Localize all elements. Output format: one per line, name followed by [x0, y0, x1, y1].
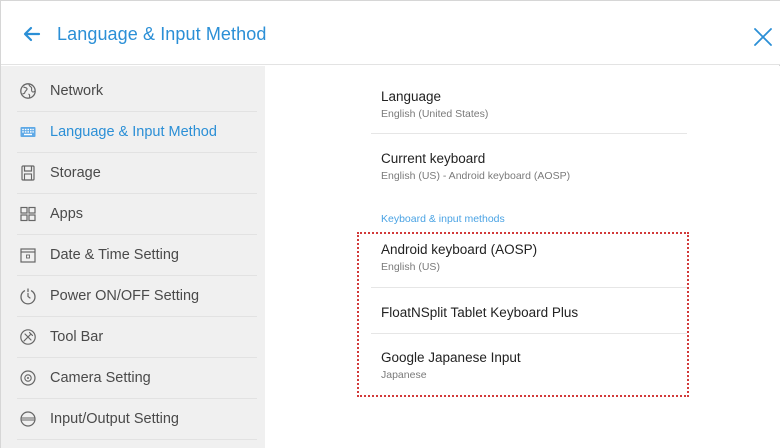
- power-timer-icon: [20, 288, 36, 305]
- sidebar-item-label: Tool Bar: [50, 329, 104, 345]
- settings-window: Language & Input Method Network Language…: [0, 0, 780, 448]
- sidebar-item-network[interactable]: Network: [17, 71, 257, 112]
- current-keyboard-title: Current keyboard: [381, 151, 486, 166]
- page-title: Language & Input Method: [57, 24, 267, 44]
- current-keyboard-value: English (US) - Android keyboard (AOSP): [381, 170, 571, 182]
- storage-icon: [21, 165, 35, 181]
- sidebar-item-apps[interactable]: Apps: [17, 194, 257, 235]
- sidebar-item-date-time[interactable]: Date & Time Setting: [17, 235, 257, 276]
- arrow-left-icon: [23, 26, 41, 42]
- camera-icon: [20, 370, 36, 386]
- sidebar-item-label: Input/Output Setting: [50, 411, 179, 427]
- sidebar-item-storage[interactable]: Storage: [17, 153, 257, 194]
- sidebar-item-label: Network: [50, 83, 104, 99]
- apps-grid-icon: [20, 206, 36, 222]
- sidebar-item-label: Storage: [50, 165, 101, 181]
- sidebar-item-power[interactable]: Power ON/OFF Setting: [17, 276, 257, 317]
- input-method-floatnsplit[interactable]: FloatNSplit Tablet Keyboard Plus: [381, 305, 687, 320]
- sidebar-item-tool-bar[interactable]: Tool Bar: [17, 317, 257, 358]
- sidebar-item-label: Language & Input Method: [50, 124, 217, 140]
- close-button[interactable]: [749, 23, 777, 51]
- input-method-title: Google Japanese Input: [381, 350, 521, 365]
- calendar-icon: [20, 248, 36, 263]
- input-method-google-japanese[interactable]: Google Japanese Input Japanese: [381, 350, 687, 381]
- sidebar-item-label: Apps: [50, 206, 84, 222]
- sidebar-item-label: Power ON/OFF Setting: [50, 288, 200, 304]
- input-method-android-keyboard[interactable]: Android keyboard (AOSP) English (US): [381, 242, 687, 273]
- sidebar-item-label: Camera Setting: [50, 370, 151, 386]
- input-method-title: FloatNSplit Tablet Keyboard Plus: [381, 305, 579, 320]
- divider: [371, 133, 687, 134]
- language-title: Language: [381, 89, 442, 104]
- input-method-title: Android keyboard (AOSP): [381, 242, 538, 257]
- divider: [371, 333, 687, 334]
- tool-bar-icon: [20, 329, 36, 345]
- sidebar-item-camera[interactable]: Camera Setting: [17, 358, 257, 399]
- input-method-subtitle: English (US): [381, 261, 440, 273]
- divider: [371, 287, 687, 288]
- input-method-subtitle: Japanese: [381, 369, 427, 381]
- keyboard-icon: [20, 127, 36, 137]
- close-icon: [754, 28, 772, 46]
- sidebar-item-label: Date & Time Setting: [50, 247, 179, 263]
- language-value: English (United States): [381, 108, 489, 120]
- globe-icon: [20, 83, 36, 99]
- settings-content: Language English (United States) Current…: [265, 66, 780, 448]
- section-header-keyboard-methods: Keyboard & input methods: [381, 213, 505, 225]
- language-setting[interactable]: Language English (United States): [381, 89, 687, 120]
- sidebar-item-language[interactable]: Language & Input Method: [17, 112, 257, 153]
- input-output-icon: [20, 411, 36, 427]
- sidebar-item-input-output[interactable]: Input/Output Setting: [17, 399, 257, 440]
- header-bar: Language & Input Method: [1, 1, 780, 65]
- back-button[interactable]: [19, 21, 45, 47]
- sidebar: Network Language & Input Method Storage …: [1, 66, 265, 448]
- current-keyboard-setting[interactable]: Current keyboard English (US) - Android …: [381, 151, 687, 182]
